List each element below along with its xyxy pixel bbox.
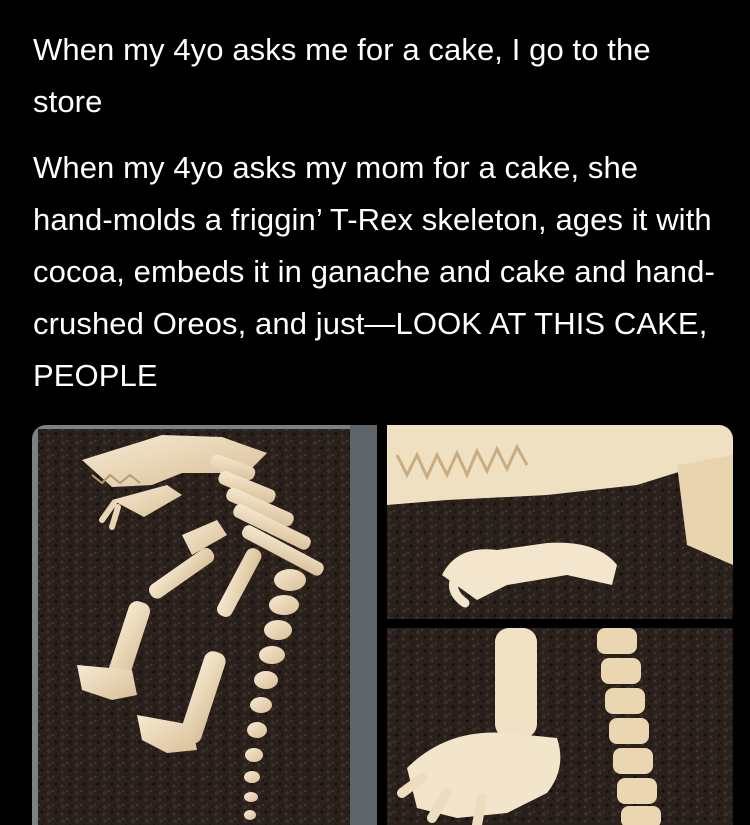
post-line-1: When my 4yo asks me for a cake, I go to … <box>33 32 651 119</box>
photo-skeleton-cake[interactable] <box>32 425 377 825</box>
skeleton-cake-illustration <box>32 425 377 825</box>
pan-edge <box>350 425 377 825</box>
oreo-crumbs <box>38 429 368 825</box>
post-text: When my 4yo asks me for a cake, I go to … <box>33 24 723 402</box>
post-line-2: When my 4yo asks my mom for a cake, she … <box>33 150 715 393</box>
photo-skull-closeup[interactable] <box>387 425 733 619</box>
foot-closeup-illustration <box>387 628 733 825</box>
skull-closeup-illustration <box>387 425 733 619</box>
photo-foot-closeup[interactable] <box>387 628 733 825</box>
leg-bone <box>495 628 537 738</box>
